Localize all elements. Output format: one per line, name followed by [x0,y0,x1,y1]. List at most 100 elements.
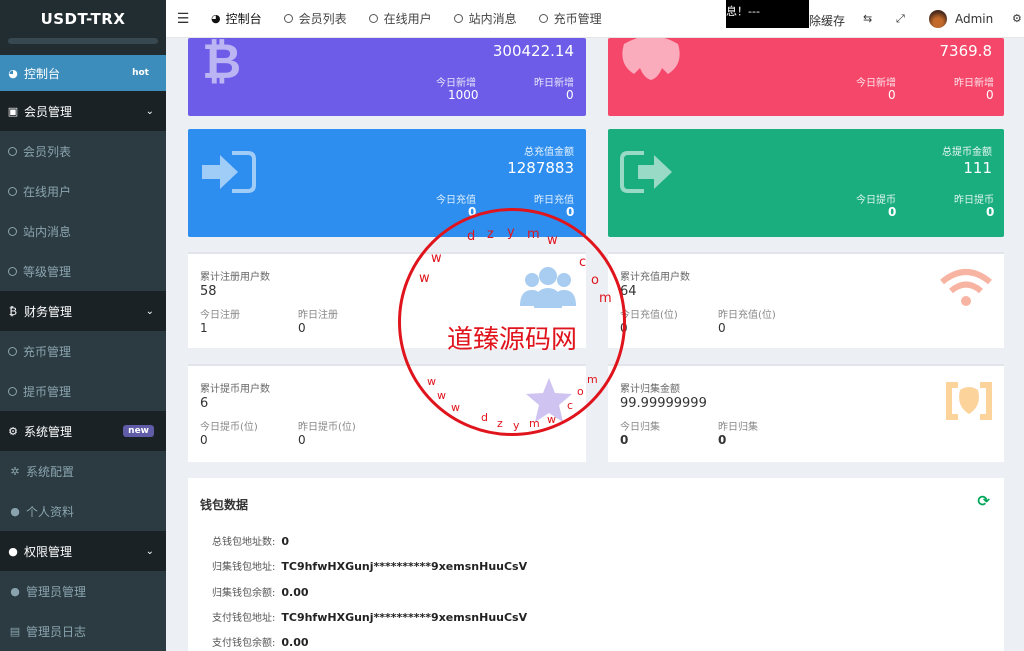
watermark-letter: z [497,417,503,430]
stat-title: 累计充值用户数 [620,272,690,283]
tab-online-users[interactable]: 在线用户 [358,0,443,38]
card-today-value: 1000 [448,88,479,102]
sidebar-item-label: 财务管理 [24,304,73,319]
wallet-row-value: TC9hfwHXGunj**********9xemsnHuuCsV [281,611,528,624]
fullscreen-icon[interactable]: ⤢ [896,12,905,26]
sidebar-item-label: 提币管理 [23,384,72,399]
gear-icon[interactable]: ⚙ [1012,12,1022,25]
notice-ticker[interactable]: 息！--- [726,0,809,28]
sidebar-item-member-list[interactable]: 会员列表 [0,131,166,171]
bracket-icon [944,380,994,422]
wallet-row-label: 归集钱包地址: [212,562,276,573]
watermark-letter: w [431,251,442,266]
watermark-stamp: w w d z y m w c o m 道臻源码网 w w w d z y m … [398,208,626,436]
sidebar-item-messages[interactable]: 站内消息 [0,211,166,251]
sidebar-item-finance[interactable]: ₿ 财务管理 ⌄ [0,291,166,331]
tab-label: 控制台 [225,12,262,26]
tab-label: 站内消息 [468,12,517,26]
watermark-text: 道臻源码网 [446,325,577,355]
top-navbar: ☰ ◕ 控制台 会员列表 在线用户 站内消息 充币管理 息！--- 除缓存 ⇆ … [166,0,1024,38]
circle-icon [453,14,463,23]
elephant-icon [618,38,684,84]
sidebar-item-label: 会员列表 [23,144,72,159]
stat-title: 累计归集金额 [620,384,680,395]
user-icon: ● [10,584,20,598]
sidebar-item-permissions[interactable]: ● 权限管理 ⌄ [0,531,166,571]
sidebar-item-dashboard[interactable]: ◕ 控制台 hot [0,55,166,91]
card-yesterday-value: 0 [986,88,994,102]
watermark-letter: m [527,227,540,242]
wallet-row-value: 0 [281,535,290,548]
tab-recharge[interactable]: 充币管理 [528,0,613,38]
brand-logo: USDT-TRX [0,0,166,38]
bitcoin-icon: ₿ [202,38,242,90]
stat-today-label: 今日充值(位) [620,310,678,321]
sidebar-item-profile[interactable]: ● 个人资料 [0,491,166,531]
user-card-icon: ▣ [7,104,19,118]
sidebar-item-label: 站内消息 [23,224,72,239]
watermark-letter: c [579,255,587,270]
stat-value: 6 [200,396,209,411]
circle-icon [8,226,17,236]
sidebar-item-admin-logs[interactable]: ▤ 管理员日志 [0,611,166,651]
stat-today-label: 今日提币(位) [200,422,258,433]
stat-value: 58 [200,284,217,299]
wallet-row-collect-address: 归集钱包地址: TC9hfwHXGunj**********9xemsnHuuCs… [212,558,527,573]
sidebar-item-withdraw[interactable]: 提币管理 [0,371,166,411]
card-today-label: 今日充值 [436,195,476,206]
watermark-letter: d [481,411,488,424]
watermark-letter: y [507,225,515,240]
sidebar-item-recharge[interactable]: 充币管理 [0,331,166,371]
sidebar-item-label: 充币管理 [23,344,72,359]
card-withdraw: 总提币金额 111 今日提币 0 昨日提币 0 [608,129,1004,237]
watermark-letter: w [437,389,446,402]
card-total: 1287883 [507,159,574,177]
sidebar-item-admins[interactable]: ● 管理员管理 [0,571,166,611]
tab-messages[interactable]: 站内消息 [443,0,528,38]
card-yesterday-label: 昨日充值 [534,195,574,206]
menu-toggle-icon[interactable]: ☰ [166,11,200,27]
sidebar-item-label: 系统管理 [24,424,73,439]
circle-icon [8,346,17,356]
sidebar-item-levels[interactable]: 等级管理 [0,251,166,291]
sidebar-item-label: 管理员管理 [26,584,87,599]
sidebar-item-system[interactable]: ⚙ 系统管理 new [0,411,166,451]
card-yesterday-label: 昨日新增 [534,78,574,89]
sidebar-item-online-users[interactable]: 在线用户 [0,171,166,211]
clear-cache-button[interactable]: 除缓存 [809,12,845,29]
watermark-letter: m [599,291,612,306]
watermark-letter: w [419,271,430,286]
new-badge: new [123,425,154,437]
stat-title: 累计提币用户数 [200,384,270,395]
stat-yesterday-label: 昨日归集 [718,422,758,433]
card-yesterday-label: 昨日提币 [954,195,994,206]
wallet-title: 钱包数据 [200,498,249,512]
sidebar-item-members[interactable]: ▣ 会员管理 ⌄ [0,91,166,131]
sidebar-item-label: 权限管理 [24,544,73,559]
stat-yesterday-label: 昨日充值(位) [718,310,776,321]
stat-today-label: 今日归集 [620,422,660,433]
stat-yesterday-value: 0 [718,433,727,447]
card-total-label: 总充值金额 [524,147,574,158]
language-icon[interactable]: ⇆ [863,12,872,25]
refresh-icon[interactable]: ⟳ [977,492,990,510]
watermark-letter: o [591,273,599,288]
sidebar-item-system-config[interactable]: ✲ 系统配置 [0,451,166,491]
stat-yesterday-label: 昨日注册 [298,310,338,321]
circle-icon [368,14,378,23]
stat-value: 99.99999999 [620,396,707,411]
stat-today-label: 今日注册 [200,310,240,321]
tab-member-list[interactable]: 会员列表 [273,0,358,38]
tab-dashboard[interactable]: ◕ 控制台 [200,0,273,38]
circle-icon [283,14,293,23]
sign-in-icon [200,149,256,195]
circle-icon [538,14,548,23]
stat-today-value: 0 [620,433,629,447]
avatar[interactable] [929,10,947,28]
gear-icon: ✲ [10,464,20,478]
admin-username[interactable]: Admin [955,12,993,26]
card-total: 111 [963,159,992,177]
sidebar-item-label: 控制台 [24,66,61,81]
circle-icon [8,186,17,196]
tab-label: 在线用户 [383,12,432,26]
